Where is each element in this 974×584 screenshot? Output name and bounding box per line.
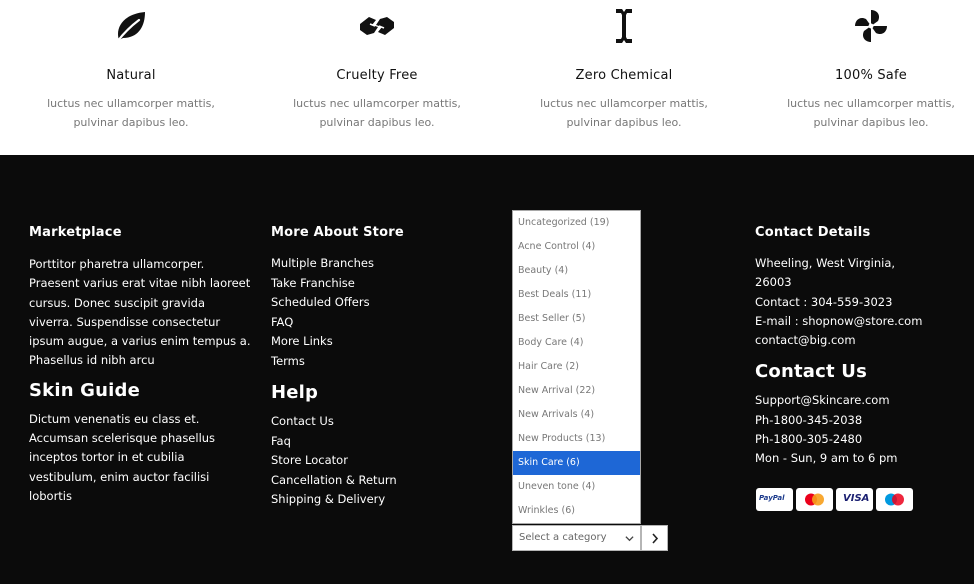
- contact-line: E-mail : shopnow@store.com: [755, 313, 923, 328]
- footer-link[interactable]: FAQ: [271, 313, 471, 333]
- pinwheel-icon: [855, 10, 887, 42]
- feature-title: Zero Chemical: [575, 68, 673, 83]
- category-option[interactable]: New Arrival (22): [513, 379, 640, 403]
- category-option[interactable]: Best Deals (11): [513, 283, 640, 307]
- paypal-card-icon: PayPal: [756, 488, 793, 511]
- contact-details-heading: Contact Details: [755, 225, 871, 240]
- contact-line: Ph-1800-305-2480: [755, 432, 863, 447]
- feature-title: Cruelty Free: [336, 68, 418, 83]
- maestro-card-icon: [876, 488, 913, 511]
- feature-title: Natural: [106, 68, 156, 83]
- category-dropdown-list[interactable]: Uncategorized (19) Acne Control (4) Beau…: [512, 210, 641, 524]
- feature-desc: luctus nec ullamcorper mattis, pulvinar d…: [540, 97, 708, 129]
- skin-guide-text: Dictum venenatis eu class et. Accumsan s…: [29, 411, 216, 503]
- feature-desc: luctus nec ullamcorper mattis, pulvinar d…: [787, 97, 955, 129]
- visa-card-icon: VISA: [836, 488, 873, 511]
- contact-line: Ph-1800-345-2038: [755, 412, 863, 427]
- category-option[interactable]: Uncategorized (19): [513, 211, 640, 235]
- contact-line: contact@big.com: [755, 333, 856, 348]
- contact-line: Wheeling, West Virginia,: [755, 256, 896, 270]
- features-section: Natural luctus nec ullamcorper mattis, pu…: [0, 0, 974, 155]
- feature-title: 100% Safe: [835, 68, 907, 83]
- contact-line: Mon - Sun, 9 am to 6 pm: [755, 451, 898, 466]
- category-option[interactable]: New Products (13): [513, 427, 640, 451]
- contact-line: Contact : 304-559-3023: [755, 294, 893, 309]
- feature-desc: luctus nec ullamcorper mattis, pulvinar d…: [47, 97, 215, 129]
- footer-link[interactable]: Cancellation & Return: [271, 471, 471, 491]
- more-about-heading: More About Store: [271, 225, 404, 240]
- chevron-down-icon: [625, 536, 634, 542]
- contact-us-heading: Contact Us: [755, 361, 868, 383]
- category-option[interactable]: Uneven tone (4): [513, 475, 640, 499]
- category-option[interactable]: Body Care (4): [513, 331, 640, 355]
- category-option[interactable]: Wrinkles (6): [513, 499, 640, 523]
- skin-guide-heading: Skin Guide: [29, 379, 141, 401]
- footer-link[interactable]: More Links: [271, 332, 471, 352]
- hands-icon: [360, 17, 394, 35]
- category-option[interactable]: Beauty (4): [513, 259, 640, 283]
- marketplace-text: Porttitor pharetra ullamcorper. Praesent…: [29, 257, 251, 368]
- mastercard-card-icon: [796, 488, 833, 511]
- contact-line: Support@Skincare.com: [755, 393, 890, 408]
- category-option[interactable]: Best Seller (5): [513, 307, 640, 331]
- marketplace-heading: Marketplace: [29, 225, 122, 240]
- more-about-column: More About Store Multiple Branches Take …: [271, 225, 471, 510]
- marketplace-column: Marketplace Porttitor pharetra ullamcorp…: [29, 225, 251, 506]
- footer-link[interactable]: Faq: [271, 432, 471, 452]
- chevron-right-icon: [652, 533, 659, 544]
- footer-link[interactable]: Shipping & Delivery: [271, 490, 471, 510]
- footer-link[interactable]: Scheduled Offers: [271, 293, 471, 313]
- category-option[interactable]: New Arrivals (4): [513, 403, 640, 427]
- footer-link[interactable]: Contact Us: [271, 412, 471, 432]
- footer-link[interactable]: Multiple Branches: [271, 254, 471, 274]
- footer-link[interactable]: Take Franchise: [271, 274, 471, 294]
- category-select-value: Select a category: [519, 532, 607, 543]
- feature-desc: luctus nec ullamcorper mattis, pulvinar d…: [293, 97, 461, 129]
- contact-column: Contact Details Wheeling, West Virginia,…: [755, 225, 965, 469]
- footer-link[interactable]: Terms: [271, 352, 471, 372]
- cursor-icon: [616, 9, 632, 43]
- leaf-icon: [115, 12, 145, 44]
- category-option[interactable]: Acne Control (4): [513, 235, 640, 259]
- category-option-highlighted[interactable]: Skin Care (6): [513, 451, 640, 475]
- category-select[interactable]: Select a category: [512, 525, 641, 551]
- category-go-button[interactable]: [641, 525, 668, 551]
- footer-link[interactable]: Store Locator: [271, 451, 471, 471]
- category-option[interactable]: Hair Care (2): [513, 355, 640, 379]
- payment-cards: PayPal VISA: [756, 488, 916, 512]
- contact-line: 26003: [755, 275, 792, 290]
- help-heading: Help: [271, 382, 319, 403]
